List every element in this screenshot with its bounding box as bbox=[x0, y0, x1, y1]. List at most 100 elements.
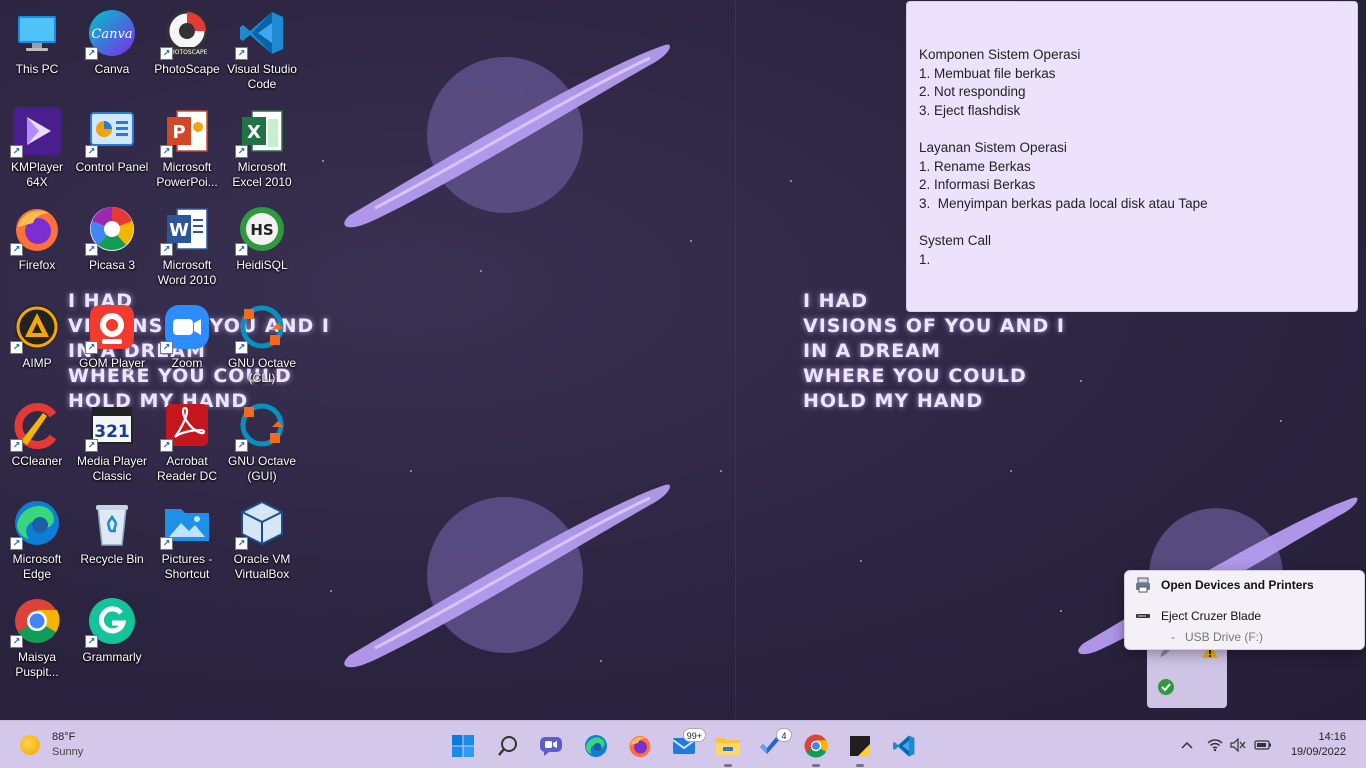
usb-eject-menu: Open Devices and Printers Eject Cruzer B… bbox=[1124, 570, 1365, 650]
open-devices-label: Open Devices and Printers bbox=[1161, 578, 1314, 592]
eject-cruzer-blade-item[interactable]: Eject Cruzer Blade bbox=[1125, 605, 1366, 627]
search-button[interactable] bbox=[490, 728, 526, 764]
desktop-icon-acrobat[interactable]: ↗ Acrobat Reader DC bbox=[150, 396, 224, 492]
note-line[interactable]: System Call bbox=[919, 232, 1345, 251]
wifi-icon[interactable] bbox=[1206, 737, 1224, 753]
chat-button[interactable] bbox=[533, 728, 569, 764]
octave-icon: ↗ bbox=[235, 302, 287, 354]
desktop-icon-octave-cli[interactable]: ↗ GNU Octave (CLI) bbox=[225, 298, 299, 394]
taskbar-file-explorer[interactable] bbox=[710, 728, 746, 767]
desktop-icon-firefox[interactable]: ↗ Firefox bbox=[0, 200, 74, 296]
clock-date: 19/09/2022 bbox=[1290, 746, 1346, 758]
note-line[interactable] bbox=[919, 120, 1345, 139]
desktop-icon-media-player-classic[interactable]: 321 ↗ Media Player Classic bbox=[75, 396, 149, 492]
virtualbox-icon: ↗ bbox=[235, 498, 287, 550]
gom-player-icon: ↗ bbox=[85, 302, 137, 354]
desktop-icon-chrome-profile[interactable]: ↗ Maisya Puspit... bbox=[0, 592, 74, 688]
taskbar-vscode[interactable] bbox=[886, 728, 922, 764]
note-line[interactable]: 1. Membuat file berkas bbox=[919, 65, 1345, 84]
note-line[interactable]: 2. Informasi Berkas bbox=[919, 176, 1345, 195]
taskbar-todo[interactable]: 4 bbox=[752, 728, 792, 764]
note-line[interactable]: 3. Menyimpan berkas pada local disk atau… bbox=[919, 195, 1345, 214]
chrome-icon bbox=[804, 734, 828, 758]
svg-text:321: 321 bbox=[94, 422, 130, 442]
svg-text:Canva: Canva bbox=[91, 27, 132, 42]
desktop-icon-aimp[interactable]: ↗ AIMP bbox=[0, 298, 74, 394]
show-hidden-icons-chevron[interactable] bbox=[1178, 737, 1196, 753]
windows-start-icon bbox=[452, 735, 474, 757]
star bbox=[860, 560, 862, 562]
desktop-icon-label: AIMP bbox=[22, 356, 52, 370]
desktop-icon-photoscape[interactable]: PHOTOSCAPE ↗ PhotoScape bbox=[150, 4, 224, 100]
volume-muted-icon[interactable] bbox=[1229, 737, 1247, 753]
desktop-icon-label: Firefox bbox=[18, 258, 56, 272]
desktop-icon-label: CCleaner bbox=[11, 454, 63, 468]
vscode-icon bbox=[893, 735, 915, 757]
weather-widget[interactable]: 88°F Sunny bbox=[20, 730, 83, 760]
desktop-icon-this-pc[interactable]: This PC bbox=[0, 4, 74, 100]
battery-icon[interactable] bbox=[1254, 737, 1272, 753]
heidisql-icon: HS ↗ bbox=[235, 204, 287, 256]
desktop-icon-kmplayer[interactable]: ↗ KMPlayer 64X bbox=[0, 102, 74, 198]
note-line[interactable]: 3. Eject flashdisk bbox=[919, 102, 1345, 121]
desktop-icon-zoom[interactable]: ↗ Zoom bbox=[150, 298, 224, 394]
desktop-icon-excel[interactable]: X ↗ Microsoft Excel 2010 bbox=[225, 102, 299, 198]
security-check-icon[interactable] bbox=[1157, 678, 1175, 696]
desktop-icon-grammarly[interactable]: ↗ Grammarly bbox=[75, 592, 149, 688]
note-line[interactable]: 1. bbox=[919, 251, 1345, 270]
taskbar-clock[interactable]: 14:16 19/09/2022 bbox=[1291, 730, 1346, 760]
taskbar-sticky-notes[interactable] bbox=[842, 728, 878, 767]
folder-icon bbox=[716, 738, 740, 755]
taskbar-firefox[interactable] bbox=[622, 728, 658, 764]
desktop-icon-edge[interactable]: ↗ Microsoft Edge bbox=[0, 494, 74, 590]
desktop-icon-picasa[interactable]: ↗ Picasa 3 bbox=[75, 200, 149, 296]
desktop-icon-label: GOM Player bbox=[78, 356, 145, 370]
sun-icon bbox=[20, 735, 40, 755]
desktop-icon-label: Picasa 3 bbox=[88, 258, 136, 272]
excel-icon: X ↗ bbox=[235, 106, 287, 158]
desktop-icon-heidisql[interactable]: HS ↗ HeidiSQL bbox=[225, 200, 299, 296]
star bbox=[1010, 470, 1012, 472]
open-devices-and-printers-item[interactable]: Open Devices and Printers bbox=[1125, 574, 1366, 596]
desktop-icon-recycle-bin[interactable]: Recycle Bin bbox=[75, 494, 149, 590]
svg-text:W: W bbox=[169, 220, 189, 241]
desktop-icon-control-panel[interactable]: ↗ Control Panel bbox=[75, 102, 149, 198]
desktop-icon-pictures-shortcut[interactable]: ↗ Pictures - Shortcut bbox=[150, 494, 224, 590]
sticky-note[interactable]: Komponen Sistem Operasi 1. Membuat file … bbox=[906, 1, 1358, 312]
running-indicator bbox=[812, 764, 820, 767]
desktop-icon-label: Visual Studio Code bbox=[227, 62, 297, 91]
powerpoint-icon: P ↗ bbox=[160, 106, 212, 158]
note-line[interactable]: Layanan Sistem Operasi bbox=[919, 139, 1345, 158]
desktop-icon-powerpoint[interactable]: P ↗ Microsoft PowerPoi... bbox=[150, 102, 224, 198]
kmplayer-icon: ↗ bbox=[10, 106, 62, 158]
firefox-icon bbox=[629, 736, 651, 757]
canva-icon: Canva ↗ bbox=[85, 8, 137, 60]
taskbar-mail[interactable]: 99+ bbox=[666, 728, 706, 764]
media-player-classic-icon: 321 ↗ bbox=[85, 400, 137, 452]
note-line[interactable]: 2. Not responding bbox=[919, 83, 1345, 102]
star bbox=[1080, 380, 1082, 382]
taskbar-chrome[interactable] bbox=[798, 728, 834, 767]
chat-icon bbox=[540, 737, 562, 756]
printer-icon bbox=[1125, 577, 1161, 593]
desktop-icon-label: PhotoScape bbox=[154, 62, 220, 76]
desktop-icon-vscode[interactable]: ↗ Visual Studio Code bbox=[225, 4, 299, 100]
desktop-icon-virtualbox[interactable]: ↗ Oracle VM VirtualBox bbox=[225, 494, 299, 590]
todo-badge: 4 bbox=[776, 728, 792, 742]
ccleaner-icon: ↗ bbox=[10, 400, 62, 452]
note-line[interactable]: 1. Rename Berkas bbox=[919, 158, 1345, 177]
start-button[interactable] bbox=[445, 728, 481, 764]
octave-icon: ↗ bbox=[235, 400, 287, 452]
desktop-icon-octave-gui[interactable]: ↗ GNU Octave (GUI) bbox=[225, 396, 299, 492]
taskbar-edge[interactable] bbox=[578, 728, 614, 764]
usb-drive-icon bbox=[1125, 611, 1161, 621]
desktop-icon-word[interactable]: W ↗ Microsoft Word 2010 bbox=[150, 200, 224, 296]
desktop-icon-canva[interactable]: Canva ↗ Canva bbox=[75, 4, 149, 100]
note-line[interactable] bbox=[919, 213, 1345, 232]
desktop-icon-gom-player[interactable]: ↗ GOM Player bbox=[75, 298, 149, 394]
desktop-icon-label: GNU Octave (CLI) bbox=[227, 356, 296, 385]
star bbox=[322, 160, 324, 162]
note-line[interactable]: Komponen Sistem Operasi bbox=[919, 46, 1345, 65]
aimp-icon: ↗ bbox=[10, 302, 62, 354]
desktop-icon-ccleaner[interactable]: ↗ CCleaner bbox=[0, 396, 74, 492]
